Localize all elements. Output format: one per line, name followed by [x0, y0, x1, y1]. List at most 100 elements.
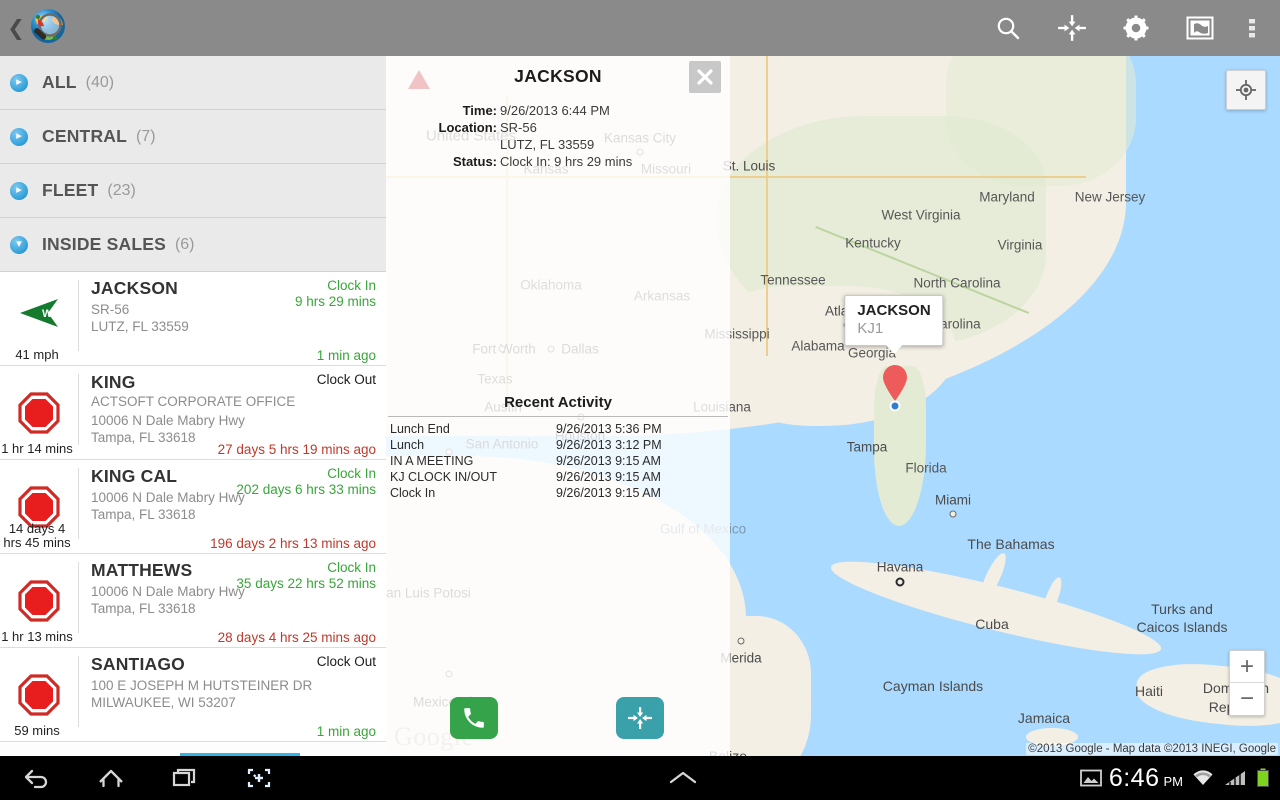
activity-time: 9/26/2013 3:12 PM	[556, 437, 662, 452]
map-label: Miami	[935, 492, 971, 508]
person-status-cell: 1 hr 13 mins	[0, 554, 78, 647]
person-duration: 41 mph	[15, 347, 59, 362]
detail-field-value: SR-56	[500, 120, 537, 135]
map-infowindow[interactable]: JACKSON KJ1	[844, 295, 944, 354]
person-row[interactable]: 14 days 4 hrs 45 mins KING CAL 10006 N Dal…	[0, 460, 386, 554]
activity-row: Lunch End 9/26/2013 5:36 PM	[386, 420, 730, 436]
picture-icon	[1079, 769, 1102, 787]
person-status-icon	[18, 580, 60, 622]
person-status-cell: W 41 mph	[0, 272, 78, 365]
detail-close-button[interactable]	[689, 61, 721, 93]
chevron-right-icon[interactable]: ▸	[10, 181, 28, 200]
status-clock-ampm: PM	[1163, 774, 1184, 789]
person-status-icon	[18, 674, 60, 716]
group-list[interactable]: ▸ ALL (40) ▸ CENTRAL (7) ▸ FLEET (23) ▾ INSIDE SAL…	[0, 56, 386, 272]
map-type-button[interactable]	[1168, 0, 1232, 56]
map-marker[interactable]	[882, 365, 908, 401]
zoom-in-button[interactable]: +	[1230, 651, 1264, 683]
my-location-button[interactable]	[1226, 70, 1266, 110]
chevron-right-icon[interactable]: ▸	[10, 127, 28, 146]
overflow-dots-icon	[1249, 19, 1255, 38]
person-clock-label: Clock Out	[316, 372, 376, 387]
activity-name: IN A MEETING	[390, 453, 474, 468]
detail-field-label: Time:	[462, 103, 497, 118]
map-attribution: ©2013 Google - Map data ©2013 INEGI, Goo…	[1026, 743, 1278, 755]
detail-field-value: 9/26/2013 6:44 PM	[500, 103, 610, 118]
zoom-out-button[interactable]: −	[1230, 683, 1264, 715]
chevron-right-icon[interactable]: ▸	[10, 73, 28, 92]
settings-button[interactable]	[1104, 0, 1168, 56]
activity-name: Lunch	[390, 437, 425, 452]
recents-button[interactable]	[148, 756, 222, 800]
detail-field: LUTZ, FL 33559	[386, 136, 730, 153]
map-label: Alabama	[791, 338, 845, 354]
person-row[interactable]: 1 hr 14 mins KING ACTSOFT CORPORATE OFFICE…	[0, 366, 386, 460]
people-list[interactable]: W 41 mph JACKSON SR-56 LUTZ, FL 33559 Clock I…	[0, 272, 386, 742]
person-address-line2: Tampa, FL 33618	[91, 601, 196, 616]
person-last-update: 1 min ago	[316, 348, 376, 363]
recent-activity-section: Recent Activity Lunch End 9/26/2013 5:36 …	[386, 394, 730, 500]
home-button[interactable]	[74, 756, 148, 800]
group-row-central[interactable]: ▸ CENTRAL (7)	[0, 110, 386, 164]
zoom-controls[interactable]: + −	[1229, 650, 1265, 716]
phone-icon	[464, 708, 484, 728]
status-clock: 6:46	[1108, 763, 1160, 792]
chevron-down-icon[interactable]: ▾	[10, 235, 28, 254]
detail-fields: Time: 9/26/2013 6:44 PM Location: SR-56 LUTZ…	[386, 102, 730, 170]
recent-activity-title: Recent Activity	[504, 394, 612, 411]
people-list-panel[interactable]: ▸ ALL (40) ▸ CENTRAL (7) ▸ FLEET (23) ▾ INSIDE SAL…	[0, 56, 386, 756]
person-last-update: 1 min ago	[316, 724, 376, 739]
group-row-fleet[interactable]: ▸ FLEET (23)	[0, 164, 386, 218]
group-label: ALL	[42, 72, 77, 92]
detail-title: JACKSON	[514, 66, 602, 86]
map-label: Haiti	[1134, 683, 1164, 699]
person-address-line1: 10006 N Dale Mabry Hwy	[91, 413, 245, 428]
battery-icon	[1256, 768, 1270, 788]
recents-icon	[172, 768, 196, 787]
app-logo-icon[interactable]	[24, 5, 70, 51]
person-info: KING CAL 10006 N Dale Mabry Hwy Tampa, FL …	[79, 460, 386, 553]
person-address-line2: Tampa, FL 33618	[91, 507, 196, 522]
stopped-octagon-icon	[18, 580, 60, 622]
nav-expand-button[interactable]	[296, 768, 1071, 788]
search-button[interactable]	[976, 0, 1040, 56]
call-button[interactable]	[450, 697, 498, 739]
status-icons[interactable]: 6:46 PM	[1071, 756, 1280, 800]
action-bar-buttons	[976, 0, 1280, 56]
person-row[interactable]: 1 hr 13 mins MATTHEWS 10006 N Dale Mabry H…	[0, 554, 386, 648]
map-label: Virginia	[997, 237, 1043, 253]
person-status-cell: 59 mins	[0, 648, 78, 741]
person-duration: 14 days 4 hrs 45 mins	[3, 521, 71, 550]
back-button[interactable]	[0, 756, 74, 800]
person-clock-status: Clock In 202 days 6 hrs 33 mins	[236, 466, 376, 498]
back-chevron-icon[interactable]: ❮	[6, 17, 26, 39]
center-map-button[interactable]	[1040, 0, 1104, 56]
screenshot-button[interactable]	[222, 756, 296, 800]
center-map-button-overlay[interactable]	[616, 697, 664, 739]
person-address-line1: 100 E JOSEPH M HUTSTEINER DR	[91, 678, 313, 693]
person-row[interactable]: 59 mins SANTIAGO 100 E JOSEPH M HUTSTEINER…	[0, 648, 386, 742]
app-root: United StatesKansas CitySt. LouisKansasM…	[0, 0, 1280, 800]
person-status-icon	[18, 392, 60, 434]
detail-field: Location: SR-56	[386, 119, 730, 136]
person-row[interactable]: W 41 mph JACKSON SR-56 LUTZ, FL 33559 Clock I…	[0, 272, 386, 366]
map-label: New Jersey	[1074, 189, 1146, 205]
map-label: Maryland	[979, 189, 1035, 205]
group-label: CENTRAL	[42, 126, 128, 146]
signal-icon	[1223, 769, 1247, 787]
action-bar-left: ❮	[0, 0, 386, 56]
group-row-all[interactable]: ▸ ALL (40)	[0, 56, 386, 110]
map-label: Kentucky	[845, 235, 901, 251]
activity-row: Clock In 9/26/2013 9:15 AM	[386, 484, 730, 500]
overflow-menu-button[interactable]	[1232, 0, 1272, 56]
map-label: Jamaica	[1017, 710, 1071, 726]
person-status-icon: W	[18, 298, 60, 340]
detail-field-label: Status:	[452, 154, 497, 169]
back-arrow-icon	[24, 769, 48, 789]
person-clock-label: Clock Out	[316, 654, 376, 669]
group-row-inside-sales[interactable]: ▾ INSIDE SALES (6)	[0, 218, 386, 272]
center-arrows-icon	[628, 707, 652, 729]
city-dot	[895, 577, 905, 587]
detail-field-value: LUTZ, FL 33559	[500, 137, 595, 152]
person-duration: 59 mins	[14, 723, 60, 738]
